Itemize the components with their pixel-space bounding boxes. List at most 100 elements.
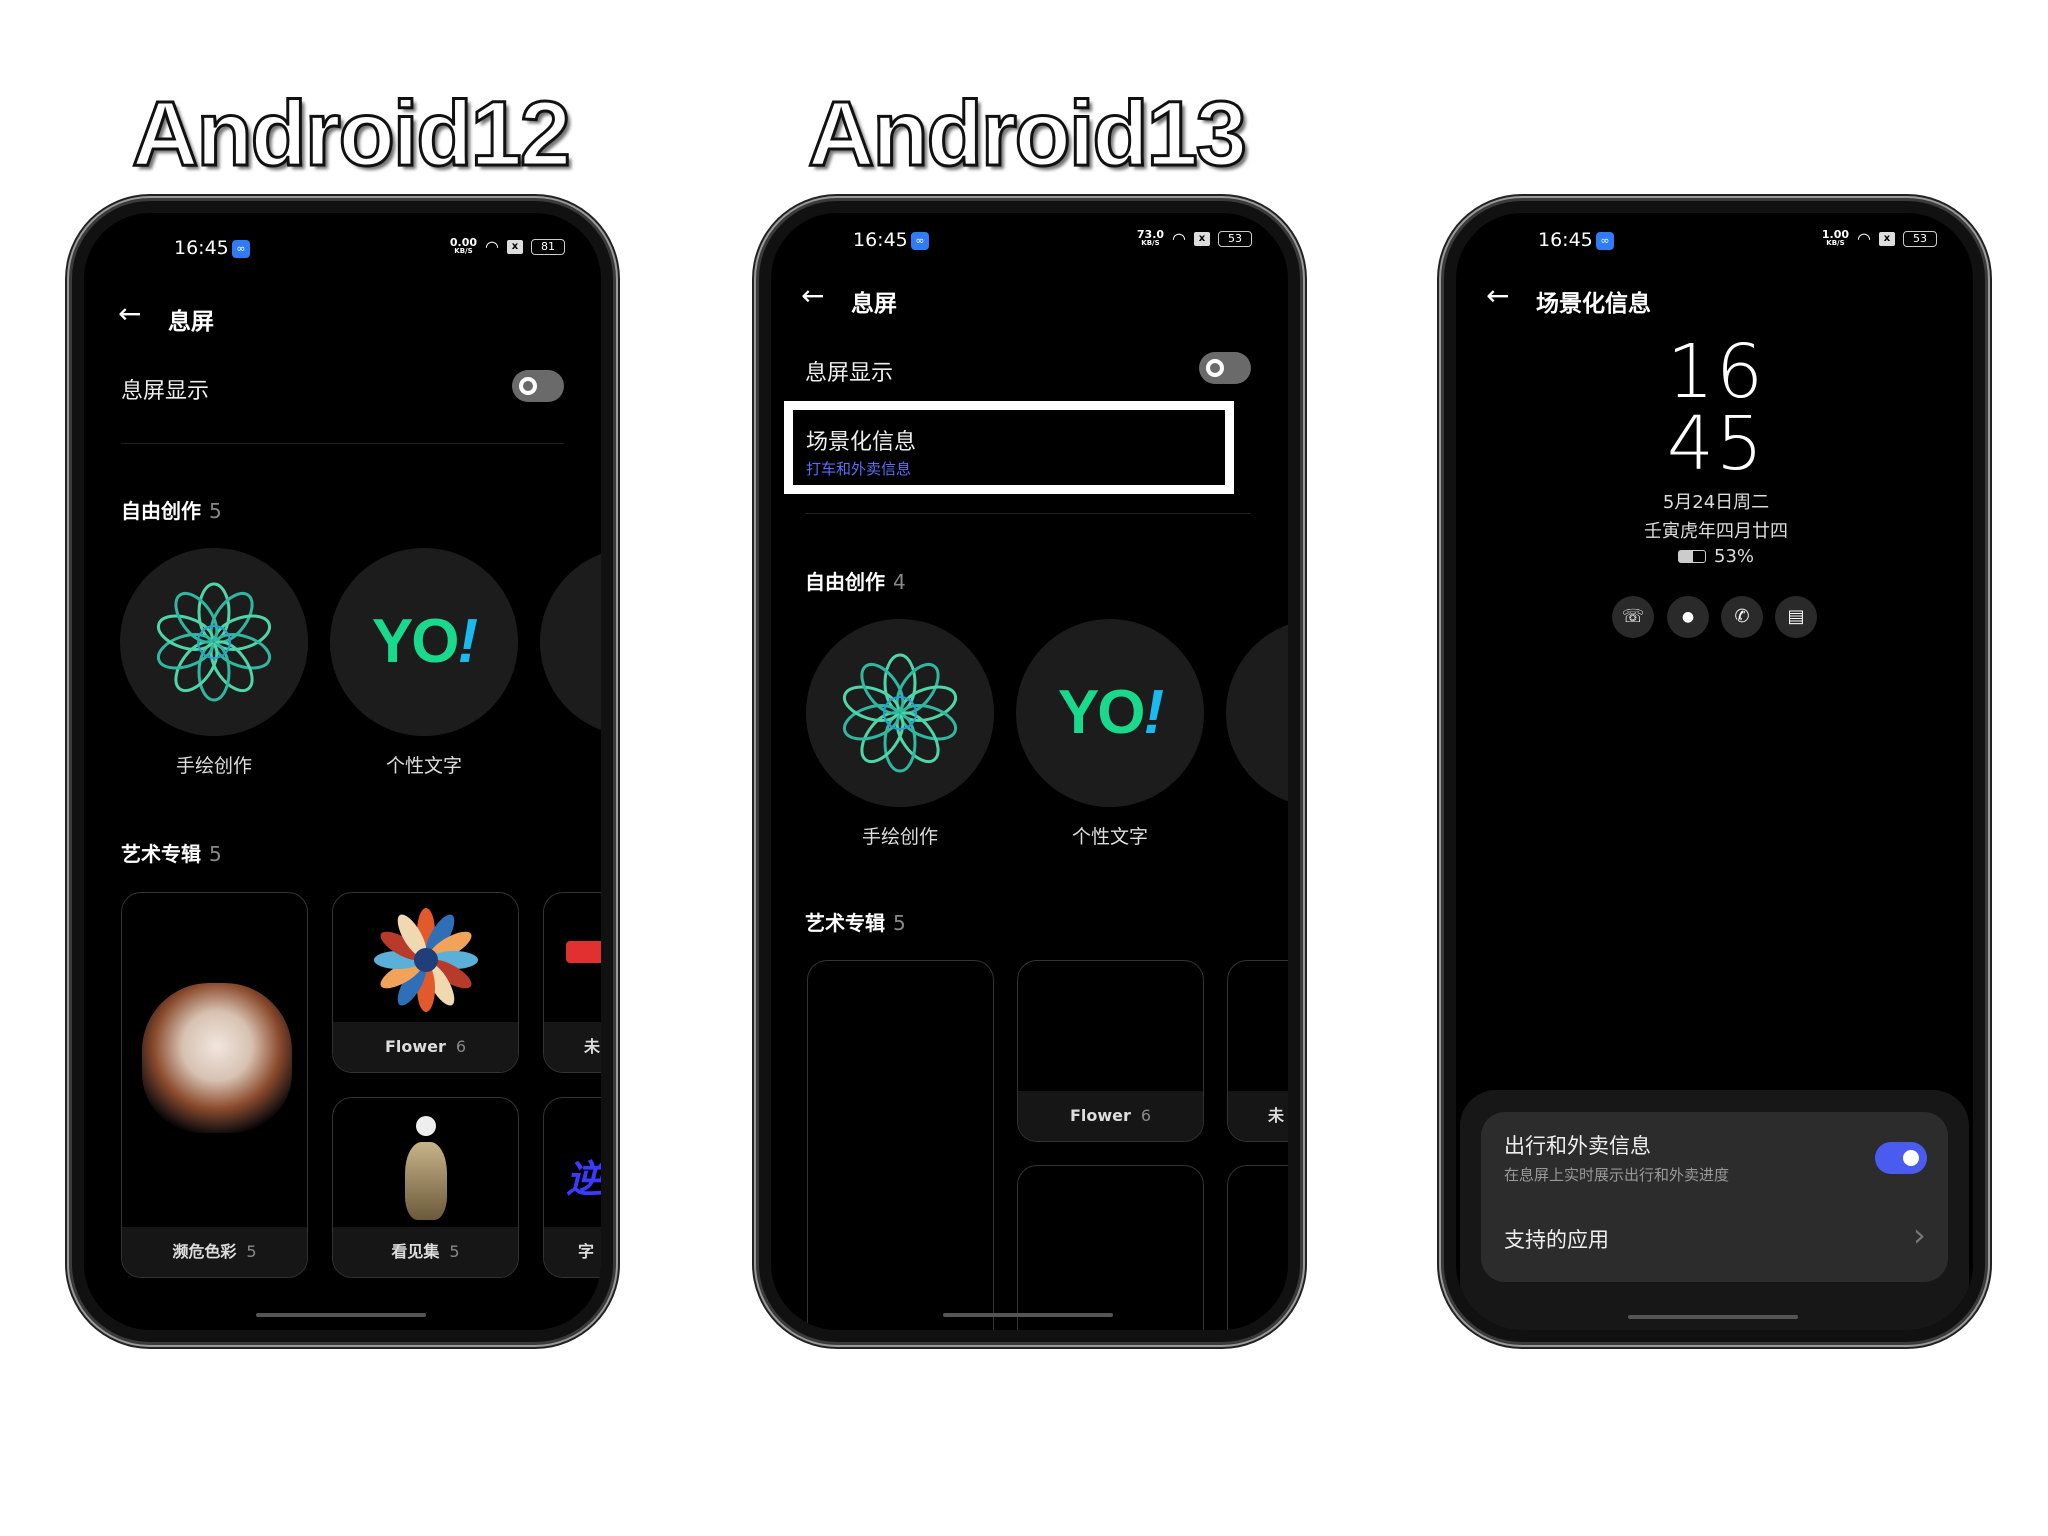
sim-x-icon: x	[507, 239, 523, 254]
yo-logo: YO!	[371, 607, 478, 676]
supported-apps-label: 支持的应用	[1504, 1228, 1609, 1252]
clock-minute: 45	[1666, 401, 1766, 487]
moon-image	[416, 1116, 436, 1136]
lunar-date-text: 壬寅虎年四月廿四	[1644, 521, 1788, 542]
art-card[interactable]	[1227, 1165, 1288, 1330]
third-item[interactable]	[540, 548, 601, 736]
wifi-icon: ◠	[485, 237, 499, 256]
art-card[interactable]: 逆 字	[543, 1097, 601, 1278]
hand-drawn-item[interactable]	[120, 548, 308, 736]
hand-drawn-item[interactable]	[806, 619, 994, 807]
third-item[interactable]	[1226, 619, 1288, 807]
phone-android12: 16:45 ∞ 0.00 KB/S ◠ x 81 ← 息屏 息屏显示 自由创作 5 …	[72, 201, 613, 1342]
flower-center	[414, 948, 438, 972]
wechat-icon: ✆	[1721, 596, 1763, 638]
back-arrow-icon[interactable]: ←	[118, 297, 141, 330]
art-card[interactable]: 未	[1227, 960, 1288, 1142]
toggle-knob	[1903, 1150, 1919, 1166]
sim-x-icon: x	[1879, 231, 1895, 246]
scene-info-subtitle: 打车和外卖信息	[806, 460, 912, 478]
status-time: 16:45	[174, 237, 229, 259]
custom-text-item[interactable]: YO!	[330, 548, 518, 736]
home-indicator[interactable]	[943, 1313, 1113, 1317]
heading-android12: Android12	[131, 82, 573, 187]
text-art-image: 逆	[566, 1157, 601, 1201]
page-title: 场景化信息	[1536, 291, 1651, 317]
mandala-petal	[197, 582, 231, 642]
art-card[interactable]: Flower 6	[332, 892, 519, 1073]
mandala-petal	[197, 642, 231, 702]
free-section-title: 自由创作 4	[805, 570, 906, 594]
mandala-icon	[842, 653, 958, 773]
item-label: 个性文字	[1071, 826, 1149, 848]
mandala-petal	[883, 713, 917, 773]
divider	[121, 443, 564, 444]
chevron-right-icon: ›	[1913, 1216, 1926, 1254]
battery-icon: 53	[1903, 230, 1937, 247]
battery-icon: 81	[531, 238, 565, 255]
art-card[interactable]: 看见集 5	[332, 1097, 519, 1278]
status-icons: 1.00 KB/S ◠ x 53	[1822, 229, 1937, 248]
art-section-title: 艺术专辑 5	[805, 911, 906, 935]
setting-toggle[interactable]	[1875, 1142, 1927, 1174]
ride-hailing-icon: ☏	[1612, 596, 1654, 638]
cloud-icon: ∞	[911, 232, 929, 250]
status-time: 16:45	[1538, 229, 1593, 251]
mandala-icon	[156, 582, 272, 702]
phone-android13: 16:45 ∞ 73.0 KB/S ◠ x 53 ← 息屏 息屏显示 场景化信息 …	[759, 201, 1300, 1342]
flower-image	[374, 908, 478, 1012]
aod-label: 息屏显示	[805, 361, 894, 386]
art-card[interactable]	[807, 960, 994, 1330]
network-speed: 73.0 KB/S	[1136, 227, 1165, 247]
status-icons: 0.00 KB/S ◠ x 81	[450, 237, 565, 256]
battery-readout: 53%	[1677, 546, 1754, 567]
home-indicator[interactable]	[1628, 1315, 1798, 1319]
battery-icon	[1677, 550, 1706, 563]
setting-title: 出行和外卖信息	[1504, 1134, 1651, 1158]
date-text: 5月24日周二	[1662, 492, 1770, 513]
art-card[interactable]: 未	[543, 892, 601, 1073]
item-label: 手绘创作	[175, 755, 253, 777]
divider	[805, 513, 1251, 514]
phone-scene-info: 16:45 ∞ 1.00 KB/S ◠ x 53 ← 场景化信息 16 45 5月…	[1444, 201, 1985, 1342]
free-section-title: 自由创作 5	[121, 499, 222, 523]
art-section-title: 艺术专辑 5	[121, 842, 222, 866]
wifi-icon: ◠	[1172, 229, 1186, 248]
back-arrow-icon[interactable]: ←	[1486, 279, 1509, 312]
red-dragon-image	[566, 941, 601, 963]
heading-android13: Android13	[807, 82, 1249, 187]
scene-info-row-highlight[interactable]: 场景化信息 打车和外卖信息	[784, 401, 1234, 494]
yo-logo: YO!	[1057, 678, 1164, 747]
clock-hour: 16	[1666, 329, 1766, 415]
scene-info-title: 场景化信息	[806, 430, 917, 455]
cloud-icon: ∞	[232, 240, 250, 258]
network-speed: 1.00 KB/S	[1821, 227, 1850, 247]
network-speed: 0.00 KB/S	[449, 235, 478, 255]
aod-label: 息屏显示	[121, 379, 210, 404]
aod-toggle[interactable]	[512, 370, 564, 402]
back-arrow-icon[interactable]: ←	[801, 279, 824, 312]
aod-toggle[interactable]	[1199, 352, 1251, 384]
sim-x-icon: x	[1194, 231, 1210, 246]
supported-apps-row[interactable]: 支持的应用 ›	[1481, 1212, 1948, 1272]
statue-image	[405, 1142, 447, 1220]
red-panda-image	[142, 983, 292, 1133]
mandala-petal	[883, 653, 917, 713]
cloud-icon: ∞	[1596, 232, 1614, 250]
item-label: 手绘创作	[861, 826, 939, 848]
art-card[interactable]	[1017, 1165, 1204, 1330]
custom-text-item[interactable]: YO!	[1016, 619, 1204, 807]
battery-icon: 53	[1218, 230, 1252, 247]
page-title: 息屏	[168, 309, 214, 335]
art-card[interactable]: 濒危色彩 5	[121, 892, 308, 1278]
setting-subtitle: 在息屏上实时展示出行和外卖进度	[1504, 1166, 1730, 1184]
status-time: 16:45	[853, 229, 908, 251]
qq-icon: ●	[1667, 596, 1709, 638]
home-indicator[interactable]	[256, 1313, 426, 1317]
settings-card: 出行和外卖信息 在息屏上实时展示出行和外卖进度 支持的应用 ›	[1481, 1112, 1948, 1282]
art-card[interactable]: Flower 6	[1017, 960, 1204, 1142]
status-icons: 73.0 KB/S ◠ x 53	[1137, 229, 1252, 248]
wifi-icon: ◠	[1857, 229, 1871, 248]
page-title: 息屏	[851, 291, 897, 317]
message-icon: ▤	[1775, 596, 1817, 638]
